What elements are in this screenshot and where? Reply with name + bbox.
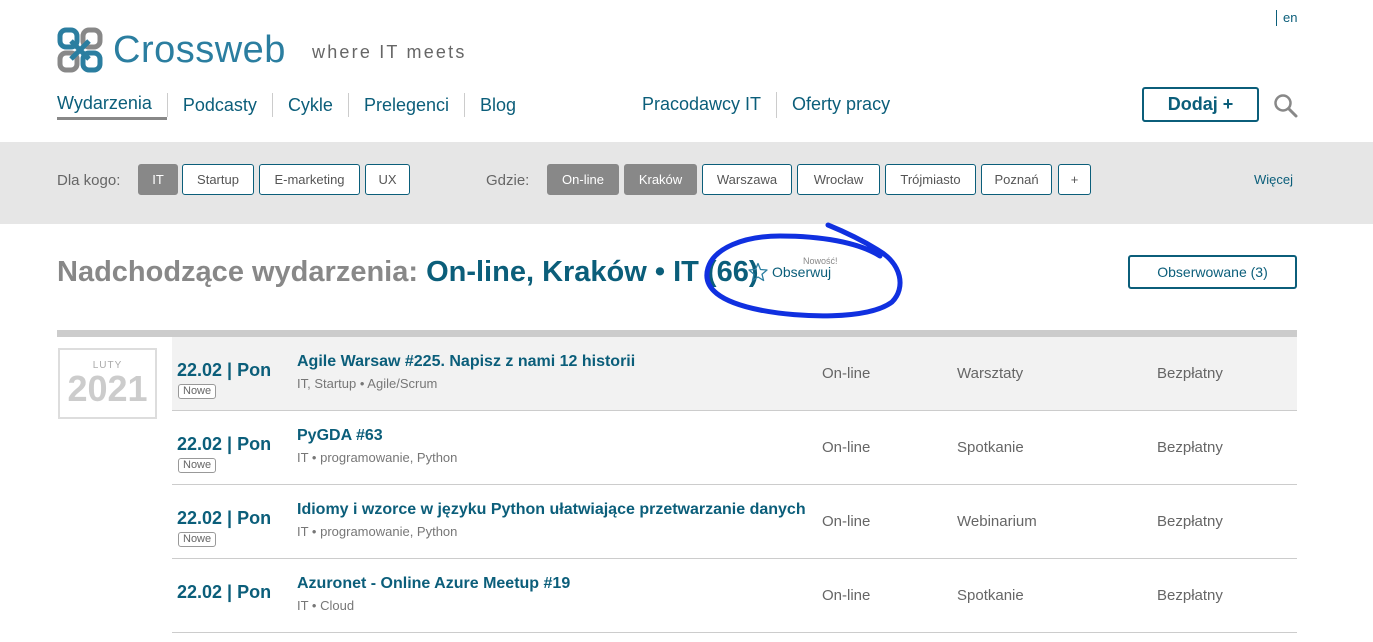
page-title-prefix: Nadchodzące wydarzenia: <box>57 256 418 288</box>
new-badge: Nowe <box>178 458 217 473</box>
crossweb-logo-icon <box>57 27 103 73</box>
nav-blog[interactable]: Blog <box>464 93 531 117</box>
nav-employers[interactable]: Pracodawcy IT <box>642 92 776 118</box>
event-row[interactable]: 22.02 | Pon Nowe Idiomy i wzorce w język… <box>172 485 1297 559</box>
event-location: On-line <box>822 439 871 456</box>
event-title[interactable]: Azuronet - Online Azure Meetup #19 <box>297 575 570 593</box>
event-price: Bezpłatny <box>1157 439 1223 456</box>
chip-trojmiasto[interactable]: Trójmiasto <box>885 164 976 195</box>
event-location: On-line <box>822 513 871 530</box>
event-tags: IT • programowanie, Python <box>297 450 458 465</box>
event-row[interactable]: 22.02 | Pon Nowe Agile Warsaw #225. Napi… <box>172 337 1297 411</box>
chip-krakow[interactable]: Kraków <box>624 164 697 195</box>
site-header: Crossweb where IT meets Wydarzenia Podca… <box>0 0 1373 142</box>
tagline: where IT meets <box>312 42 467 62</box>
page-title-filters: On-line, Kraków • IT (66) <box>426 256 759 288</box>
event-title[interactable]: PyGDA #63 <box>297 427 383 445</box>
event-title[interactable]: Idiomy i wzorce w języku Python ułatwiaj… <box>297 501 806 519</box>
more-filters-link[interactable]: Więcej <box>1254 172 1293 187</box>
audience-label: Dla kogo: <box>57 172 121 189</box>
event-type: Webinarium <box>957 513 1037 530</box>
chip-e-marketing[interactable]: E-marketing <box>259 164 360 195</box>
new-badge: Nowe <box>178 532 217 547</box>
filter-bar: Dla kogo: IT Startup E-marketing UX Gdzi… <box>0 142 1373 224</box>
event-tags: IT • programowanie, Python <box>297 524 458 539</box>
event-price: Bezpłatny <box>1157 513 1223 530</box>
where-label: Gdzie: <box>486 172 530 189</box>
nav-events[interactable]: Wydarzenia <box>57 91 167 120</box>
event-list-divider <box>57 330 1297 337</box>
logo-wordmark: Crossweb <box>113 29 286 71</box>
main-nav: Wydarzenia Podcasty Cykle Prelegenci Blo… <box>57 91 531 120</box>
event-type: Warsztaty <box>957 365 1024 382</box>
search-icon[interactable] <box>1273 93 1299 119</box>
observed-button[interactable]: Obserwowane (3) <box>1128 255 1297 289</box>
nav-speakers[interactable]: Prelegenci <box>347 93 464 117</box>
event-type: Spotkanie <box>957 439 1024 456</box>
chip-online[interactable]: On-line <box>547 164 619 195</box>
event-type: Spotkanie <box>957 587 1024 604</box>
jobs-nav: Pracodawcy IT Oferty pracy <box>642 92 905 118</box>
add-button[interactable]: Dodaj + <box>1142 87 1259 122</box>
star-icon <box>748 262 768 282</box>
event-row[interactable]: 22.02 | Pon Azuronet - Online Azure Meet… <box>172 559 1297 633</box>
event-tags: IT, Startup • Agile/Scrum <box>297 376 438 391</box>
crossweb-logo[interactable]: Crossweb <box>57 27 286 73</box>
follow-label: Obserwuj <box>772 264 832 280</box>
chip-warszawa[interactable]: Warszawa <box>702 164 792 195</box>
month-marker: LUTY 2021 <box>58 348 157 419</box>
event-price: Bezpłatny <box>1157 365 1223 382</box>
event-price: Bezpłatny <box>1157 587 1223 604</box>
chip-it[interactable]: IT <box>138 164 178 195</box>
chip-more-cities[interactable]: + <box>1058 164 1091 195</box>
chip-startup[interactable]: Startup <box>182 164 254 195</box>
page-title: Nadchodzące wydarzenia: On-line, Kraków … <box>57 256 759 289</box>
nav-podcasts[interactable]: Podcasty <box>166 93 272 117</box>
event-location: On-line <box>822 365 871 382</box>
event-date: 22.02 | Pon <box>177 508 272 528</box>
event-row[interactable]: 22.02 | Pon Nowe PyGDA #63 IT • programo… <box>172 411 1297 485</box>
chip-poznan[interactable]: Poznań <box>981 164 1052 195</box>
event-title[interactable]: Agile Warsaw #225. Napisz z nami 12 hist… <box>297 353 635 371</box>
event-date: 22.02 | Pon <box>177 582 272 602</box>
follow-button[interactable]: Obserwuj <box>748 262 831 282</box>
month-year: 2021 <box>67 368 148 409</box>
event-location: On-line <box>822 587 871 604</box>
nav-series[interactable]: Cykle <box>271 93 348 117</box>
chip-wroclaw[interactable]: Wrocław <box>797 164 880 195</box>
chip-ux[interactable]: UX <box>365 164 410 195</box>
event-date: 22.02 | Pon <box>177 360 272 380</box>
event-date: 22.02 | Pon <box>177 434 272 454</box>
new-badge: Nowe <box>178 384 217 399</box>
event-tags: IT • Cloud <box>297 598 355 613</box>
nav-job-offers[interactable]: Oferty pracy <box>776 92 905 118</box>
